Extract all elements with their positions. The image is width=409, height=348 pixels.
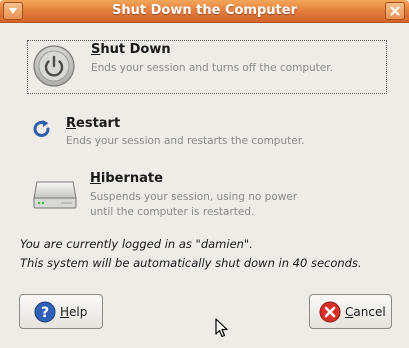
- restart-icon: [33, 120, 50, 137]
- auto-shutdown-message: This system will be automatically shut d…: [20, 256, 362, 270]
- option-restart[interactable]: Restart Ends your session and restarts t…: [27, 112, 387, 152]
- restart-description: Ends your session and restarts the compu…: [66, 135, 305, 147]
- window-title: Shut Down the Computer: [112, 3, 297, 18]
- cancel-icon: [319, 301, 341, 323]
- restart-label: Restart: [66, 116, 121, 131]
- help-icon: ?: [34, 301, 56, 323]
- dialog-body: Shut Down Ends your session and turns of…: [0, 24, 409, 348]
- option-hibernate[interactable]: Hibernate Suspends your session, using n…: [27, 170, 387, 222]
- shut-down-label: Shut Down: [91, 42, 171, 57]
- hard-drive-icon: [33, 181, 77, 209]
- hibernate-description-line2: until the computer is restarted.: [90, 206, 255, 218]
- shut-down-description: Ends your session and turns off the comp…: [91, 62, 333, 74]
- power-icon: [33, 45, 75, 87]
- cancel-button-label: Cancel: [345, 304, 386, 319]
- hibernate-label: Hibernate: [90, 171, 163, 186]
- mouse-pointer-icon: [215, 318, 228, 338]
- cancel-button[interactable]: Cancel: [309, 294, 392, 329]
- close-icon: [390, 6, 400, 16]
- help-button-label: Help: [60, 304, 88, 319]
- hibernate-description-line1: Suspends your session, using no power: [90, 191, 298, 203]
- window-close-button[interactable]: [385, 2, 405, 20]
- title-bar[interactable]: Shut Down the Computer: [0, 0, 409, 23]
- svg-text:?: ?: [41, 305, 49, 321]
- option-shut-down[interactable]: Shut Down Ends your session and turns of…: [27, 40, 387, 94]
- help-button[interactable]: ? Help: [19, 294, 103, 329]
- logged-in-message: You are currently logged in as "damien".: [20, 237, 253, 251]
